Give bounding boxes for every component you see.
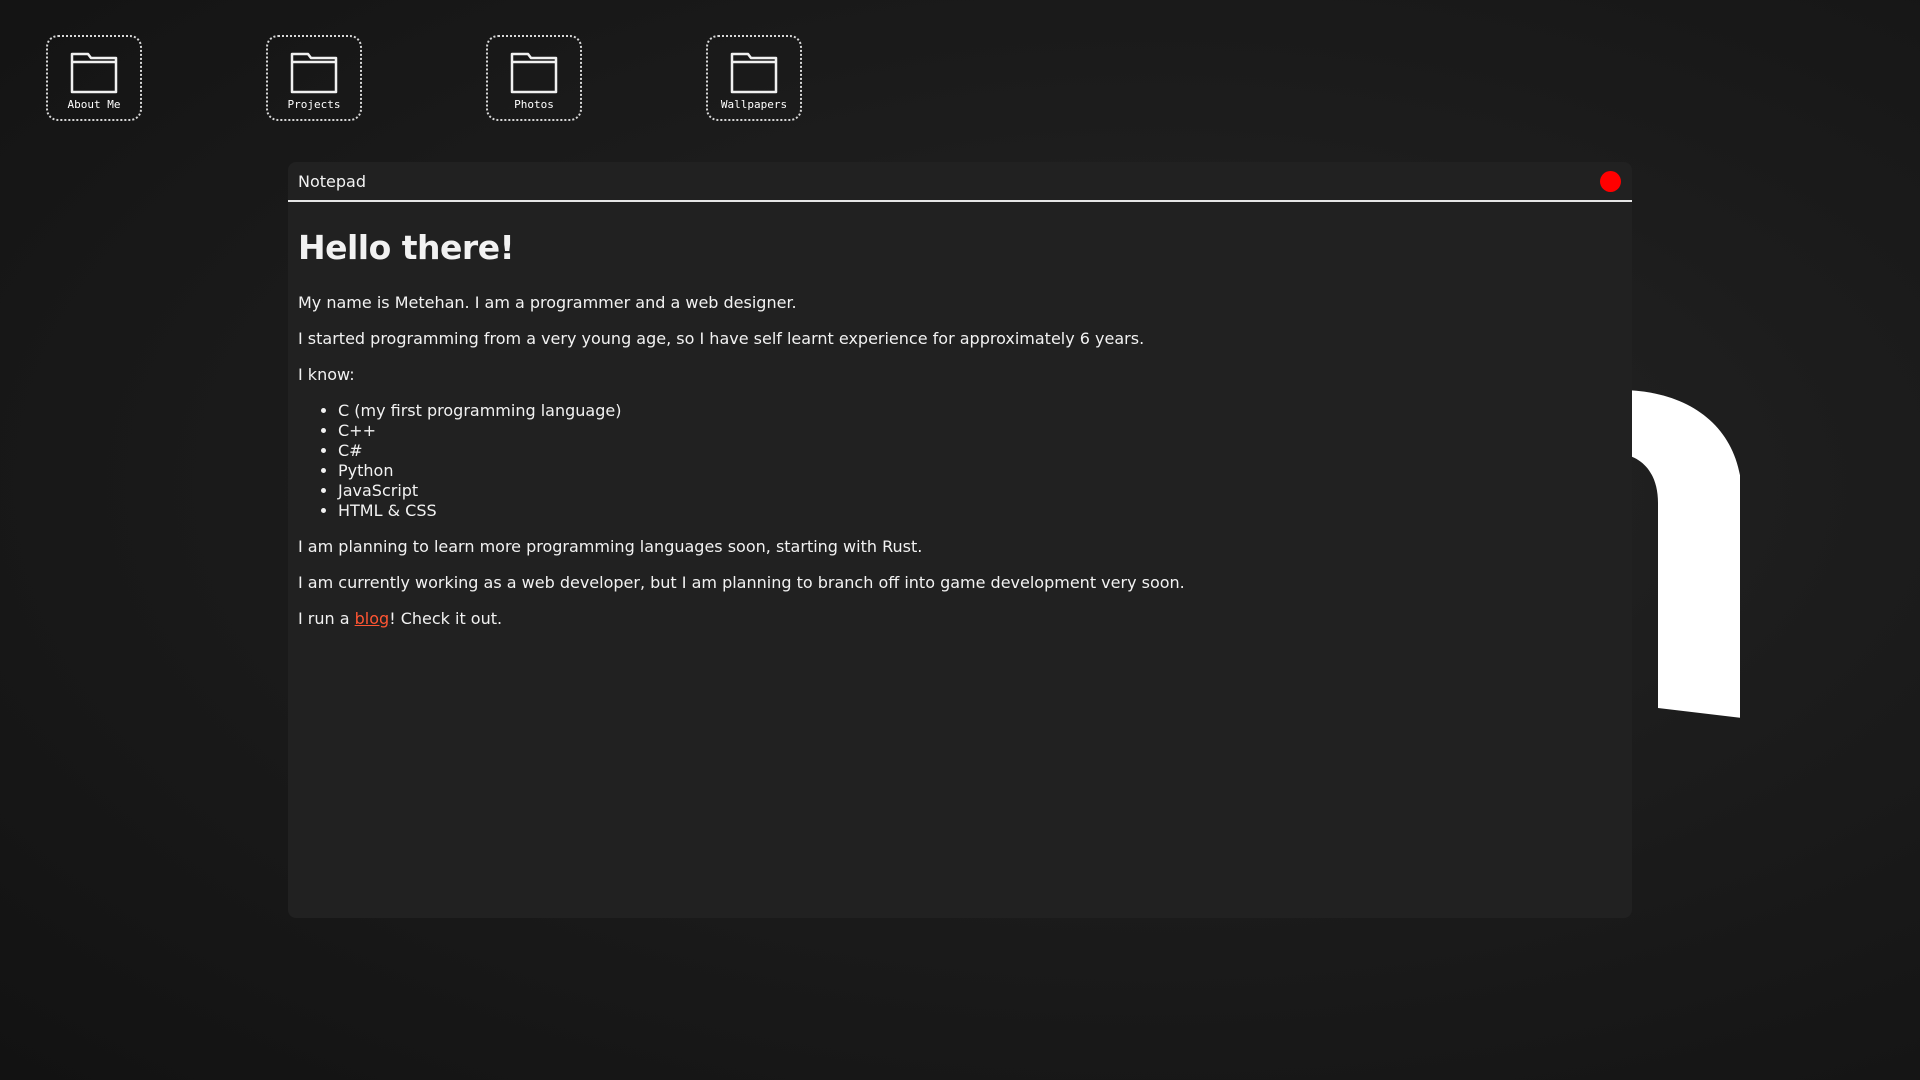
background-logo-glyph [1620,390,1740,718]
close-button[interactable] [1600,170,1621,192]
blog-paragraph: I run a blog! Check it out. [298,609,1622,629]
desktop-icon-projects[interactable]: Projects [266,35,362,121]
career-paragraph: I am currently working as a web develope… [298,573,1185,592]
folder-icon [730,50,778,94]
folder-icon [70,50,118,94]
intro-paragraph: My name is Metehan. I am a programmer an… [298,293,797,312]
blog-suffix: ! Check it out. [389,609,503,628]
desktop-icon-label: Projects [287,98,341,111]
list-item: C# [338,441,1622,461]
plans-paragraph: I am planning to learn more programming … [298,537,923,556]
notepad-window: Notepad Hello there! My name is Metehan.… [288,162,1632,918]
page-heading: Hello there! [298,228,515,267]
window-title: Notepad [298,171,366,191]
desktop-icon-about-me[interactable]: About Me [46,35,142,121]
list-item: HTML & CSS [338,501,1622,521]
notepad-content: Hello there! My name is Metehan. I am a … [288,202,1632,651]
folder-icon [510,50,558,94]
list-item: Python [338,461,1622,481]
list-item: C++ [338,421,1622,441]
folder-icon [290,50,338,94]
desktop-icon-photos[interactable]: Photos [486,35,582,121]
list-item: JavaScript [338,481,1622,501]
window-titlebar[interactable]: Notepad [288,162,1632,202]
desktop-icon-label: Wallpapers [720,98,788,111]
desktop-icon-label: Photos [514,98,554,111]
blog-prefix: I run a [298,609,355,628]
list-item: C (my first programming language) [338,401,1622,421]
skills-intro: I know: [298,365,355,384]
desktop-icon-label: About Me [67,98,121,111]
desktop-icon-wallpapers[interactable]: Wallpapers [706,35,802,121]
blog-link[interactable]: blog [355,609,390,628]
language-list: C (my first programming language) C++ C#… [298,401,1622,521]
experience-paragraph: I started programming from a very young … [298,329,1145,348]
